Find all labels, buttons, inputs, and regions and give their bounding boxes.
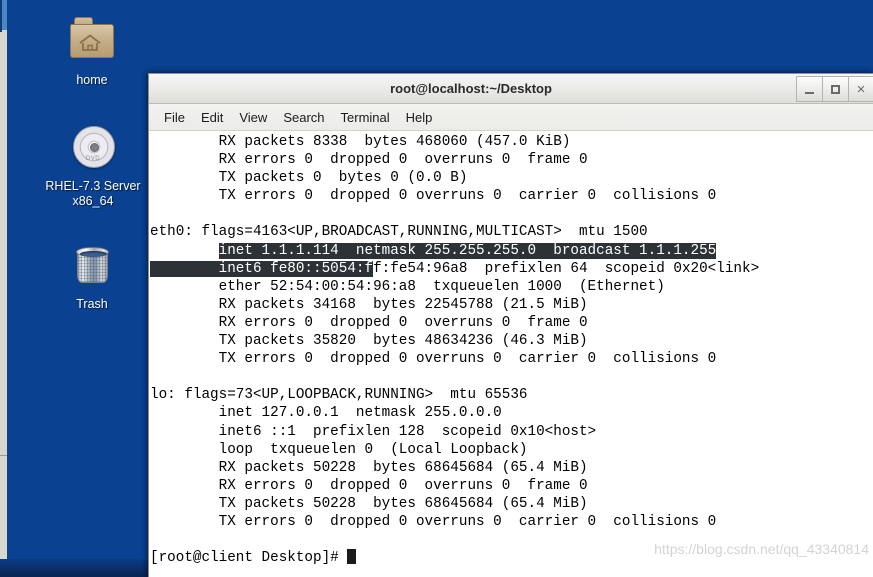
desktop-icon-home[interactable]: home (38, 16, 146, 88)
terminal-line-selected-inet6: inet6 fe80::5054:ff:fe54:96a8 prefixlen … (150, 260, 873, 278)
menu-item-file[interactable]: File (156, 107, 193, 128)
window-controls: × (796, 76, 873, 102)
trash-bin-icon (66, 240, 118, 292)
terminal-line: TX errors 0 dropped 0 overruns 0 carrier… (150, 351, 717, 368)
menu-bar: File Edit View Search Terminal Help (149, 104, 873, 131)
terminal-selection-highlight: inet6 fe80::5054:f (150, 260, 374, 277)
terminal-line-tail: f:fe54:96a8 prefixlen 64 scopeid 0x20<li… (373, 260, 760, 277)
terminal-line: inet6 ::1 prefixlen 128 scopeid 0x10<hos… (150, 423, 597, 440)
close-button[interactable]: × (848, 76, 873, 102)
background-window-edge[interactable] (0, 0, 7, 577)
terminal-prompt-line[interactable]: [root@client Desktop]# (150, 549, 873, 567)
terminal-selection-highlight: inet 1.1.1.114 netmask 255.255.255.0 bro… (218, 242, 717, 259)
terminal-line: RX packets 8338 bytes 468060 (457.0 KiB) (150, 134, 571, 150)
desktop-icon-label-rhel-line2: x86_64 (72, 194, 114, 208)
terminal-output[interactable]: RX packets 8338 bytes 468060 (457.0 KiB)… (149, 131, 873, 577)
background-window-edge-highlight (2, 0, 7, 30)
terminal-line: eth0: flags=4163<UP,BROADCAST,RUNNING,MU… (150, 224, 648, 241)
close-icon: × (856, 80, 866, 98)
menu-item-edit[interactable]: Edit (193, 107, 231, 128)
terminal-line: loop txqueuelen 0 (Local Loopback) (150, 441, 528, 458)
terminal-line: TX errors 0 dropped 0 overruns 0 carrier… (150, 513, 717, 530)
terminal-line: RX errors 0 dropped 0 overruns 0 frame 0 (150, 477, 588, 494)
menu-item-search[interactable]: Search (275, 107, 332, 128)
terminal-line: TX packets 50228 bytes 68645684 (65.4 Mi… (150, 495, 588, 512)
terminal-cursor (347, 549, 356, 565)
minimize-button[interactable] (796, 76, 822, 102)
terminal-line: TX packets 35820 bytes 48634236 (46.3 Mi… (150, 333, 588, 350)
terminal-line: ether 52:54:00:54:96:a8 txqueuelen 1000 … (150, 278, 665, 295)
window-titlebar[interactable]: root@localhost:~/Desktop × (149, 74, 873, 104)
terminal-line: lo: flags=73<UP,LOOPBACK,RUNNING> mtu 65… (150, 387, 528, 404)
house-glyph-icon (79, 34, 101, 51)
terminal-prompt: [root@client Desktop]# (150, 550, 339, 567)
terminal-line-lead (150, 243, 219, 259)
terminal-line: TX errors 0 dropped 0 overruns 0 carrier… (150, 188, 717, 205)
terminal-line: RX errors 0 dropped 0 overruns 0 frame 0 (150, 152, 588, 169)
desktop-icon-trash[interactable]: Trash (38, 240, 146, 312)
terminal-window[interactable]: root@localhost:~/Desktop × File Edit Vie… (148, 73, 873, 577)
menu-item-help[interactable]: Help (398, 107, 441, 128)
maximize-button[interactable] (822, 76, 848, 102)
folder-home-icon (66, 16, 118, 68)
terminal-line: RX packets 50228 bytes 68645684 (65.4 Mi… (150, 459, 588, 476)
background-window-edge-shadow (0, 0, 2, 32)
desktop-icon-label-home: home (76, 73, 108, 87)
terminal-line: RX errors 0 dropped 0 overruns 0 frame 0 (150, 314, 588, 331)
terminal-line: inet 127.0.0.1 netmask 255.0.0.0 (150, 405, 502, 422)
menu-item-terminal[interactable]: Terminal (333, 107, 398, 128)
desktop-icon-label-trash: Trash (76, 297, 108, 311)
window-title: root@localhost:~/Desktop (390, 81, 552, 96)
terminal-line: TX packets 0 bytes 0 (0.0 B) (150, 170, 468, 187)
screen: home DVD RHEL-7.3 Server x86_64 Trash ro… (0, 0, 873, 577)
background-window-edge-divider (0, 455, 7, 456)
terminal-line-selected-inet: inet 1.1.1.114 netmask 255.255.255.0 bro… (150, 242, 873, 260)
desktop-icon-label-rhel-line1: RHEL-7.3 Server (45, 179, 141, 193)
desktop-icon-rhel-dvd[interactable]: DVD RHEL-7.3 Server x86_64 (33, 122, 153, 209)
dvd-disc-icon: DVD (67, 122, 119, 174)
menu-item-view[interactable]: View (231, 107, 275, 128)
dvd-disc-text: DVD (85, 156, 101, 162)
terminal-line: RX packets 34168 bytes 22545788 (21.5 Mi… (150, 296, 588, 313)
